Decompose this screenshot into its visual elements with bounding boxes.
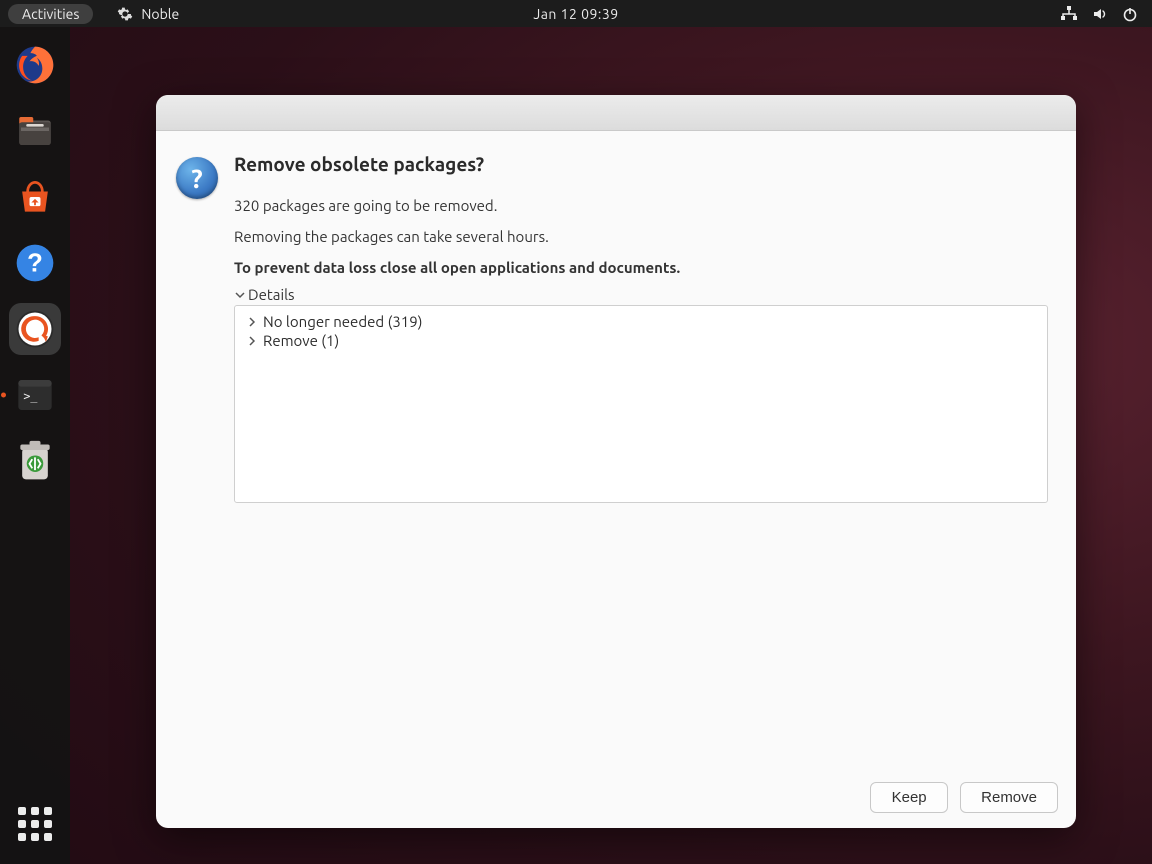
dock-updater[interactable] [9, 303, 61, 355]
question-icon: ? [176, 157, 218, 199]
dock-help[interactable]: ? [9, 237, 61, 289]
chevron-down-icon [234, 289, 246, 301]
top-bar: Activities Noble Jan 12 09:39 [0, 0, 1152, 27]
dock-trash[interactable] [9, 435, 61, 487]
details-treeview[interactable]: No longer needed (319) Remove (1) [234, 305, 1048, 503]
dock-files[interactable] [9, 105, 61, 157]
volume-icon[interactable] [1092, 6, 1108, 22]
dock-terminal[interactable]: >_ [9, 369, 61, 421]
remove-button[interactable]: Remove [960, 782, 1058, 813]
dock-software[interactable] [9, 171, 61, 223]
tree-row-remove[interactable]: Remove (1) [239, 331, 1043, 350]
dialog-titlebar[interactable] [156, 95, 1076, 131]
app-menu[interactable]: Noble [117, 6, 179, 22]
tree-row-no-longer-needed[interactable]: No longer needed (319) [239, 312, 1043, 331]
gear-icon [117, 6, 133, 22]
dock: ? >_ [0, 27, 70, 864]
svg-text:?: ? [27, 249, 43, 277]
svg-text:>_: >_ [23, 389, 38, 403]
dialog-window: ? Remove obsolete packages? 320 packages… [156, 95, 1076, 828]
keep-button[interactable]: Keep [870, 782, 948, 813]
dialog-title: Remove obsolete packages? [234, 153, 1048, 175]
clock[interactable]: Jan 12 09:39 [533, 6, 618, 22]
tree-label: Remove (1) [263, 332, 339, 349]
network-icon[interactable] [1060, 6, 1078, 22]
dialog-message-1: 320 packages are going to be removed. [234, 197, 1048, 214]
details-expander[interactable]: Details [234, 286, 1048, 303]
app-menu-label: Noble [141, 6, 179, 22]
system-tray[interactable] [1060, 6, 1138, 22]
power-icon[interactable] [1122, 6, 1138, 22]
details-label: Details [248, 286, 295, 303]
chevron-right-icon [247, 317, 257, 327]
running-indicator [1, 393, 6, 398]
dialog-message-warning: To prevent data loss close all open appl… [234, 259, 1048, 276]
dialog-buttons: Keep Remove [156, 766, 1076, 828]
activities-button[interactable]: Activities [8, 4, 93, 24]
tree-label: No longer needed (319) [263, 313, 422, 330]
dock-firefox[interactable] [9, 39, 61, 91]
dialog-message-2: Removing the packages can take several h… [234, 228, 1048, 245]
chevron-right-icon [247, 336, 257, 346]
show-applications[interactable] [15, 804, 55, 844]
